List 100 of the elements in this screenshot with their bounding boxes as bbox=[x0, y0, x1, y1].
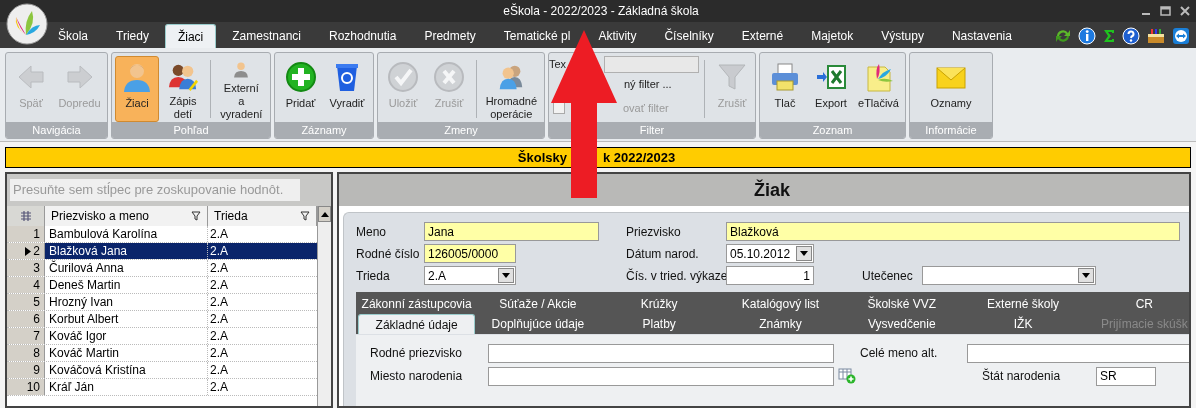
input-field[interactable] bbox=[488, 343, 834, 363]
menu-tab[interactable]: Tematické pl bbox=[502, 24, 572, 48]
table-cell: Blažková Jana bbox=[45, 243, 208, 259]
table-cell-text: 2.A bbox=[209, 260, 229, 276]
ribbon-button[interactable]: Vyradiť bbox=[324, 56, 370, 122]
column-title: Priezvisko a meno bbox=[51, 208, 150, 225]
dropdown-field[interactable] bbox=[922, 266, 1096, 285]
tab[interactable]: Externé školy bbox=[962, 294, 1084, 314]
tab[interactable]: Základné údaje bbox=[358, 314, 476, 334]
dropdown-field[interactable]: 2.A bbox=[424, 266, 516, 285]
field-label: Meno bbox=[356, 223, 388, 241]
table-cell: Bambulová Karolína bbox=[45, 226, 208, 242]
tab[interactable]: Vysvedčenie bbox=[841, 314, 963, 334]
dropdown-field[interactable]: 05.10.2012 bbox=[726, 244, 814, 263]
table-cell: Čurilová Anna bbox=[45, 260, 208, 276]
x-circle-icon bbox=[433, 61, 465, 93]
tab[interactable]: CR bbox=[1083, 294, 1189, 314]
menu-tab[interactable]: Externé bbox=[740, 24, 785, 48]
column-title: Trieda bbox=[214, 208, 248, 225]
row-number: 5 bbox=[33, 295, 40, 309]
menu-tab[interactable]: Číselníky bbox=[663, 24, 715, 48]
tab[interactable]: IŽK bbox=[962, 314, 1084, 334]
input-field[interactable] bbox=[488, 366, 834, 386]
field-label: Čís. v tried. výkaze bbox=[626, 267, 726, 285]
tab[interactable]: Súťaže / Akcie bbox=[477, 294, 599, 314]
input-field[interactable]: SR bbox=[1096, 366, 1156, 386]
plus-icon bbox=[284, 61, 317, 93]
checkbox-label: ovať filter bbox=[623, 100, 669, 116]
group-title: Záznamy bbox=[275, 122, 373, 138]
menu-tab[interactable]: Výstupy bbox=[880, 24, 925, 48]
ribbon-button[interactable]: Pridať bbox=[278, 56, 323, 122]
field-label: Celé meno alt. bbox=[860, 345, 939, 362]
help-icon[interactable] bbox=[1122, 27, 1140, 45]
refresh-icon[interactable] bbox=[1054, 27, 1072, 45]
logo-icon[interactable] bbox=[6, 3, 48, 45]
group-title: Informácie bbox=[910, 122, 992, 138]
ribbon-button[interactable]: Externí a vyradení bbox=[215, 56, 267, 122]
ribbon-button[interactable]: Export bbox=[809, 56, 853, 122]
tab[interactable]: Školské VVZ bbox=[841, 294, 963, 314]
ribbon-button[interactable]: Tlač bbox=[763, 56, 807, 122]
scroll-up-icon[interactable] bbox=[320, 211, 329, 217]
current-row-icon bbox=[25, 246, 32, 256]
filter-link[interactable]: ný filter ... bbox=[624, 75, 672, 93]
info-icon[interactable] bbox=[1078, 27, 1096, 45]
close-icon[interactable] bbox=[1180, 6, 1190, 16]
row-number: 6 bbox=[33, 312, 40, 326]
maximize-icon[interactable] bbox=[1160, 6, 1171, 16]
menu-tab[interactable]: Nastavenia bbox=[950, 24, 1013, 48]
menu-tab[interactable]: Triedy bbox=[115, 24, 150, 48]
table-cell: Hrozný Ivan bbox=[45, 294, 208, 310]
menu-tab[interactable]: Škola bbox=[57, 24, 90, 48]
ribbon-button[interactable]: eTlačivá bbox=[855, 56, 902, 122]
field-label: Utečenec bbox=[862, 267, 914, 285]
panel-title: Žiak bbox=[339, 174, 1189, 206]
tab[interactable]: Známky bbox=[719, 314, 842, 334]
scrollbar[interactable] bbox=[317, 206, 331, 406]
group-title: Zoznam bbox=[760, 122, 905, 138]
cake-icon[interactable] bbox=[1146, 27, 1166, 45]
input-field[interactable]: 126005/0000 bbox=[424, 244, 516, 263]
input-field[interactable]: 1 bbox=[726, 266, 814, 285]
row-number: 4 bbox=[33, 278, 40, 292]
menu-tab[interactable]: Zamestnanci bbox=[231, 24, 302, 48]
ribbon-button[interactable]: Hromadné operácie bbox=[481, 56, 541, 122]
table-add-icon[interactable] bbox=[838, 368, 856, 384]
filter-icon[interactable] bbox=[191, 211, 201, 221]
field-label: Miesto narodenia bbox=[370, 368, 464, 385]
filter-icon[interactable] bbox=[300, 211, 310, 221]
ribbon-button[interactable]: Zápis detí bbox=[161, 56, 205, 122]
ribbon-button[interactable]: Žiaci bbox=[115, 56, 159, 122]
group-title: Navigácia bbox=[6, 122, 107, 138]
ribbon-button[interactable]: Oznamy bbox=[925, 56, 977, 122]
printer-icon bbox=[769, 61, 801, 93]
input-field[interactable]: Jana bbox=[424, 222, 599, 241]
column-settings-icon bbox=[18, 209, 33, 223]
menu-tab[interactable]: Majetok bbox=[810, 24, 855, 48]
menu-tab[interactable]: Aktivity bbox=[597, 24, 638, 48]
input-field[interactable]: Blažková bbox=[726, 222, 1180, 241]
tab[interactable]: Katalógový list bbox=[719, 294, 842, 314]
field-label: Trieda bbox=[356, 267, 391, 285]
field-label: Dátum narod. bbox=[626, 245, 700, 263]
menu-tab[interactable]: Rozhodnutia bbox=[328, 24, 398, 48]
row-number: 7 bbox=[33, 329, 40, 343]
tab[interactable]: Krúžky bbox=[598, 294, 720, 314]
tab[interactable]: Zákonní zástupcovia bbox=[356, 294, 478, 314]
sigma-icon[interactable] bbox=[1102, 27, 1116, 45]
field-label: Rodné číslo bbox=[356, 245, 421, 263]
group-by-hint: Presuňte sem stĺpec pre zoskupovanie hodnôt. bbox=[10, 179, 300, 201]
filter-text-field[interactable] bbox=[604, 56, 699, 73]
tab[interactable]: Doplňujúce údaje bbox=[477, 314, 599, 334]
tab[interactable]: Platby bbox=[598, 314, 720, 334]
menu-tab[interactable]: Žiaci bbox=[164, 24, 217, 48]
table-cell: Kováč Martin bbox=[45, 345, 208, 361]
table-cell-text: 2.A bbox=[209, 226, 229, 242]
column-header[interactable]: Priezvisko a meno bbox=[45, 206, 208, 226]
remote-icon[interactable] bbox=[1172, 27, 1190, 45]
menu-tab[interactable]: Predmety bbox=[423, 24, 477, 48]
input-field[interactable] bbox=[967, 343, 1189, 363]
check-icon bbox=[387, 61, 419, 93]
column-chooser-button[interactable] bbox=[7, 206, 45, 226]
column-header[interactable]: Trieda bbox=[208, 206, 317, 226]
